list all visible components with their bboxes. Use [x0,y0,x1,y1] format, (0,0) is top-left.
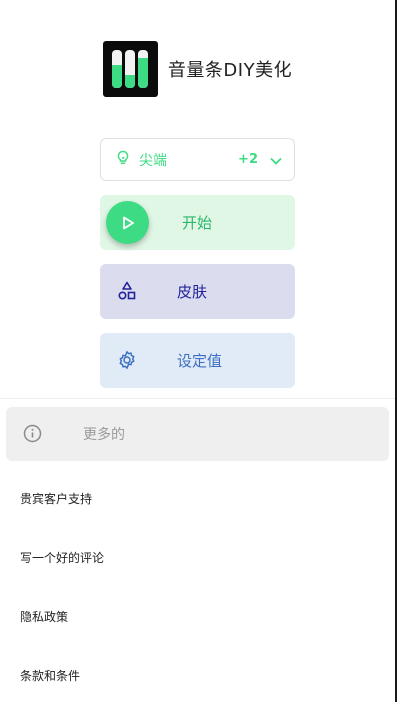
skin-button[interactable]: 皮肤 [100,264,295,319]
play-icon [106,201,149,244]
gear-icon [117,350,137,374]
start-button[interactable]: 开始 [100,195,295,250]
settings-label: 设定值 [177,352,223,370]
more-section-header[interactable]: 更多的 [6,407,389,461]
start-label: 开始 [182,214,213,232]
app-logo-icon [102,41,158,97]
menu-item-write-review[interactable]: 写一个好的评论 [20,549,104,566]
shapes-icon [117,281,137,305]
tips-card[interactable]: 尖端 +2 [100,138,295,181]
section-divider [0,398,395,399]
settings-button[interactable]: 设定值 [100,333,295,388]
chevron-down-icon[interactable] [270,150,282,169]
info-icon [23,424,42,447]
skin-label: 皮肤 [177,283,208,301]
tips-count-badge: +2 [238,152,258,167]
more-label: 更多的 [83,427,125,443]
app-title: 音量条DIY美化 [167,60,293,81]
tips-label: 尖端 [139,152,167,169]
menu-item-terms[interactable]: 条款和条件 [20,667,80,684]
menu-item-privacy-policy[interactable]: 隐私政策 [20,608,68,625]
lightbulb-icon [115,150,131,170]
app-header: 音量条DIY美化 [0,40,395,98]
menu-item-vip-support[interactable]: 贵宾客户支持 [20,490,92,507]
